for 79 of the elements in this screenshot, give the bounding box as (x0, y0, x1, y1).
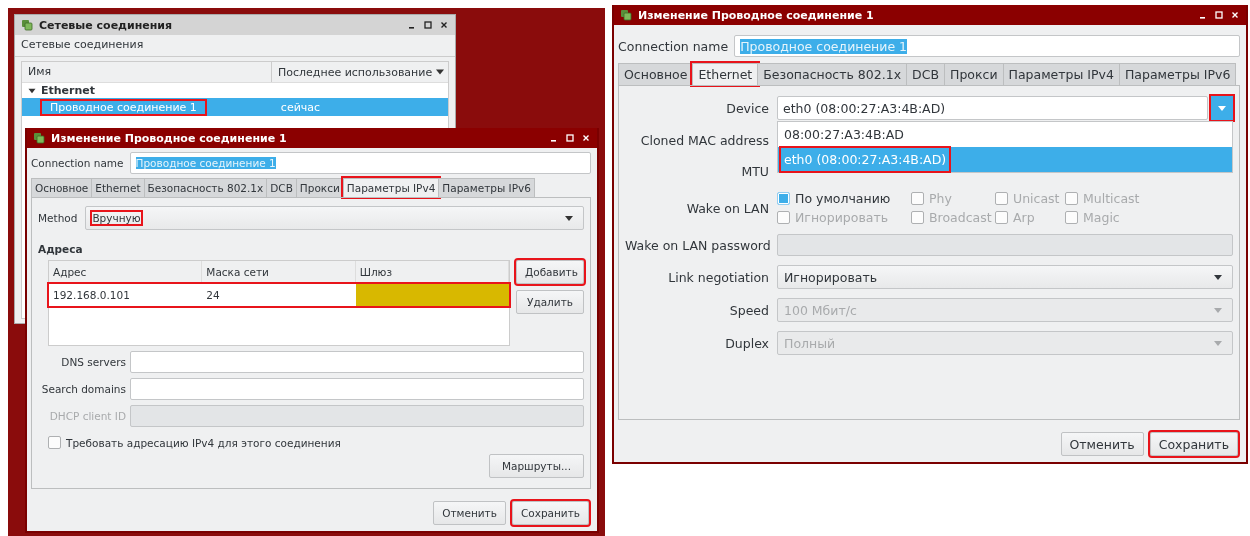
dropdown-button[interactable] (1211, 96, 1233, 120)
window-heading: Сетевые соединения (15, 35, 455, 57)
table-cell-text: 192.168.0.101 (52, 288, 131, 303)
tab[interactable]: Безопасность 802.1x (757, 63, 908, 85)
tab[interactable]: Параметры IPv4 (1002, 63, 1120, 85)
device-combo-field[interactable]: eth0 (08:00:27:A3:4B:AD) (777, 96, 1208, 120)
field-label: MTU (740, 163, 769, 179)
input-field[interactable] (130, 405, 584, 427)
gateway-cell[interactable] (355, 284, 509, 306)
select-dropdown[interactable]: Игнорировать (777, 265, 1233, 289)
dropdown-caret-icon (1214, 274, 1222, 280)
tab[interactable]: Основное (31, 178, 93, 197)
field-label: Cloned MAC address (639, 132, 769, 148)
dropdown-caret-icon (1214, 307, 1222, 313)
checkbox-label: Multicast (1083, 191, 1140, 206)
column-header[interactable]: Имя (22, 62, 272, 82)
caret-icon (1218, 105, 1226, 111)
input-field[interactable] (130, 378, 584, 400)
tab[interactable]: DCB (266, 178, 297, 197)
window-title: Сетевые соединения (39, 18, 174, 32)
table-action-button[interactable]: Добавить (516, 260, 584, 284)
dialog-button[interactable]: Сохранить (511, 501, 589, 525)
window-title: Изменение Проводное соединение 1 (638, 8, 875, 22)
dialog-button[interactable]: Сохранить (1149, 432, 1238, 456)
routes-button[interactable]: Маршруты... (488, 454, 584, 478)
field-label: DHCP client ID (48, 410, 126, 422)
field-label: DNS servers (60, 356, 126, 368)
window-title: Изменение Проводное соединение 1 (51, 131, 288, 145)
connection-name: Проводное соединение 1 (42, 100, 205, 114)
tab[interactable]: Безопасность 802.1x (143, 178, 268, 197)
checkbox[interactable] (48, 436, 61, 449)
field-label: Wake on LAN password (625, 237, 769, 253)
tab[interactable]: Прокси (295, 178, 344, 197)
checkbox-label: Игнорировать (795, 210, 889, 225)
field-label: Link negotiation (667, 269, 769, 285)
field-label: Device (725, 100, 769, 116)
expand-caret-icon[interactable] (28, 87, 36, 94)
checkbox[interactable] (777, 192, 790, 205)
dropdown-option[interactable]: 08:00:27:A3:4B:AD (778, 122, 1232, 147)
column-header: Маска сети (202, 261, 356, 283)
section-heading: Адреса (38, 243, 84, 255)
checkbox-label: Unicast (1013, 191, 1060, 206)
network-icon (21, 19, 33, 31)
checkbox-label: Broadcast (929, 210, 992, 225)
tab[interactable]: Параметры IPv6 (438, 178, 535, 197)
last-used-text: сейчас (279, 100, 322, 114)
table-action-button[interactable]: Удалить (516, 290, 584, 314)
field-label: Search domains (40, 383, 126, 395)
group-label: Ethernet (41, 84, 96, 97)
dialog-button[interactable]: Отменить (1060, 432, 1144, 456)
field-label: Speed (728, 302, 769, 318)
checkbox-label: Phy (929, 191, 952, 206)
checkbox-label: Требовать адресацию IPv4 для этого соединения (66, 436, 341, 449)
checkbox-label: Magic (1083, 210, 1120, 225)
tab[interactable]: Параметры IPv4 (342, 178, 440, 197)
field-label: Duplex (724, 335, 769, 351)
tab[interactable]: Прокси (944, 63, 1004, 85)
sort-caret-icon (436, 68, 445, 76)
dropdown-caret-icon (565, 215, 573, 221)
field-label: Connection name (31, 157, 124, 169)
password-field[interactable] (777, 234, 1233, 256)
checkbox-label: Arp (1013, 210, 1035, 225)
field-label: Method (38, 212, 78, 224)
column-header[interactable]: Последнее использование (272, 65, 448, 79)
column-header: Шлюз (355, 261, 509, 283)
checkbox-label: По умолчанию (795, 191, 891, 206)
field-label: Connection name (618, 38, 729, 54)
tab[interactable]: Параметры IPv6 (1118, 63, 1237, 85)
table-cell-text: 24 (205, 288, 221, 303)
column-header: Адрес (49, 261, 203, 283)
dialog-button[interactable]: Отменить (433, 501, 506, 525)
tab[interactable]: Ethernet (91, 178, 145, 197)
network-icon (620, 9, 632, 21)
tab[interactable]: DCB (906, 63, 945, 85)
network-icon (33, 132, 45, 144)
input-field[interactable] (130, 351, 584, 373)
dropdown-caret-icon (1214, 340, 1222, 346)
field-label: Wake on LAN (685, 200, 769, 216)
method-dropdown[interactable]: Вручную (85, 206, 584, 230)
